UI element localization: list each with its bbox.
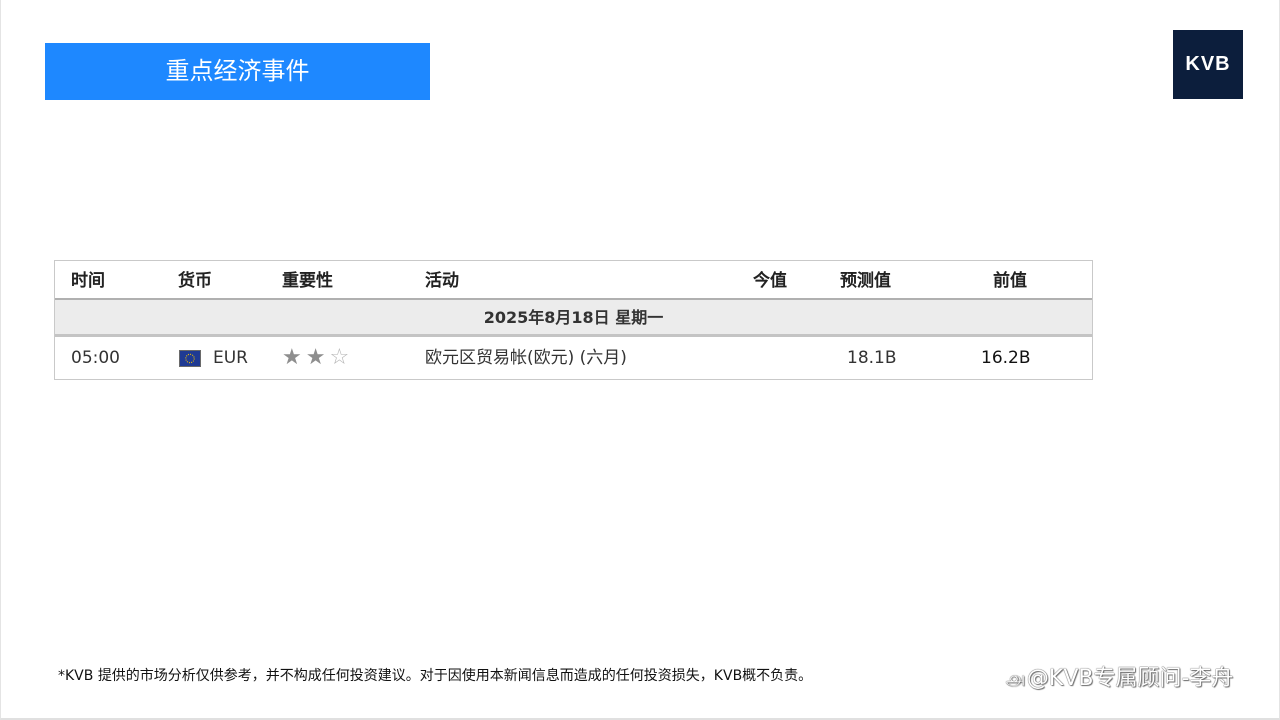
column-header-event: 活动 bbox=[425, 271, 459, 291]
column-header-forecast: 预测值 bbox=[840, 271, 891, 291]
column-header-time: 时间 bbox=[71, 271, 105, 291]
economic-events-table: 时间 货币 重要性 活动 今值 预测值 前值 2025年8月18日 星期一 05… bbox=[54, 260, 1093, 380]
watermark-text: @KVB专属顾问-李舟 bbox=[1026, 666, 1234, 691]
column-header-actual: 今值 bbox=[753, 271, 787, 291]
star-filled-icon: ★ bbox=[305, 345, 330, 370]
kvb-logo: KVB bbox=[1173, 30, 1243, 99]
event-forecast: 18.1B bbox=[847, 348, 897, 368]
disclaimer-text: *KVB 提供的市场分析仅供参考，并不构成任何投资建议。对于因使用本新闻信息而造… bbox=[58, 668, 813, 684]
platform-logo-icon: ௮ bbox=[1005, 666, 1025, 690]
event-name: 欧元区贸易帐(欧元) (六月) bbox=[425, 348, 627, 368]
table-header: 时间 货币 重要性 活动 今值 预测值 前值 bbox=[55, 261, 1092, 300]
table-row: 05:00 EUR ★★☆ 欧元区贸易帐(欧元) (六月) 18.1B 16.2… bbox=[55, 337, 1092, 379]
column-header-currency: 货币 bbox=[178, 271, 212, 291]
event-currency: EUR bbox=[213, 348, 248, 368]
watermark: ௮@KVB专属顾问-李舟 bbox=[1005, 660, 1233, 693]
star-filled-icon: ★ bbox=[282, 345, 306, 370]
column-header-importance: 重要性 bbox=[282, 271, 333, 291]
eu-flag-icon bbox=[179, 350, 201, 367]
slide-page: 重点经济事件 KVB 时间 货币 重要性 活动 今值 预测值 前值 2025年8… bbox=[0, 0, 1280, 720]
event-previous: 16.2B bbox=[981, 348, 1031, 368]
event-time: 05:00 bbox=[71, 348, 120, 368]
page-title: 重点经济事件 bbox=[45, 43, 430, 100]
date-group-row: 2025年8月18日 星期一 bbox=[55, 300, 1092, 337]
column-header-previous: 前值 bbox=[993, 271, 1027, 291]
importance-rating: ★★☆ bbox=[282, 337, 353, 379]
star-empty-icon: ☆ bbox=[329, 345, 354, 370]
